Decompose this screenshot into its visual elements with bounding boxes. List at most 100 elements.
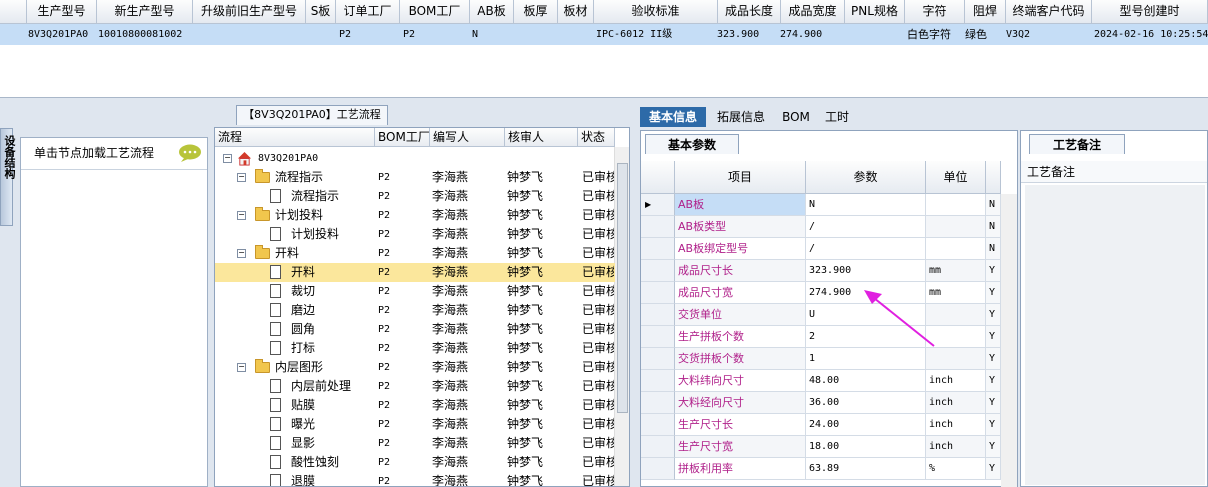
column-header[interactable]: 状态 — [578, 128, 615, 147]
tree-node-label: 磨边 — [291, 303, 316, 317]
tab-basic-params[interactable]: 基本参数 — [645, 134, 739, 154]
tree-row[interactable]: 计划投料 P2 李海燕 钟梦飞 已审核 — [215, 225, 615, 244]
tree-row[interactable]: 打标 P2 李海燕 钟梦飞 已审核 — [215, 339, 615, 358]
status-cell: 已审核 — [582, 474, 614, 487]
column-header[interactable]: 参数 — [806, 161, 926, 194]
tree-row[interactable]: 显影 P2 李海燕 钟梦飞 已审核 — [215, 434, 615, 453]
param-unit: inch — [926, 392, 986, 414]
document-icon — [270, 398, 281, 412]
tree-scroll-thumb[interactable] — [617, 163, 628, 413]
checker-cell: 钟梦飞 — [507, 341, 544, 355]
row-header[interactable] — [641, 326, 675, 348]
tab-extended-info[interactable]: 拓展信息 — [708, 107, 774, 127]
column-header[interactable]: 字符 — [905, 0, 965, 24]
row-header[interactable] — [641, 370, 675, 392]
column-header[interactable]: 核审人 — [505, 128, 578, 147]
tree-row[interactable]: 内层前处理 P2 李海燕 钟梦飞 已审核 — [215, 377, 615, 396]
row-header[interactable] — [641, 392, 675, 414]
param-value[interactable]: 63.89 — [806, 458, 926, 480]
tab-basic-info[interactable]: 基本信息 — [640, 107, 706, 127]
column-header[interactable]: 终端客户代码 — [1006, 0, 1092, 24]
param-value[interactable]: 36.00 — [806, 392, 926, 414]
tree-row[interactable]: 磨边 P2 李海燕 钟梦飞 已审核 — [215, 301, 615, 320]
row-header[interactable] — [641, 216, 675, 238]
column-header[interactable]: 编写人 — [430, 128, 505, 147]
table-cell: 绿色 — [965, 28, 987, 41]
comment-icon[interactable] — [178, 144, 202, 162]
tab-bom[interactable]: BOM — [778, 107, 814, 127]
tree-row[interactable]: 曝光 P2 李海燕 钟梦飞 已审核 — [215, 415, 615, 434]
row-header[interactable] — [641, 260, 675, 282]
tab-process-flow[interactable]: 【8V3Q201PA0】工艺流程 — [236, 105, 388, 125]
param-value[interactable]: / — [806, 216, 926, 238]
param-value[interactable]: 24.00 — [806, 414, 926, 436]
column-header[interactable]: PNL规格 — [845, 0, 905, 24]
column-header[interactable]: BOM工厂 — [400, 0, 470, 24]
column-header[interactable]: 型号创建时 — [1092, 0, 1208, 24]
row-header[interactable] — [641, 238, 675, 260]
column-header[interactable]: 成品宽度 — [781, 0, 845, 24]
tree-row[interactable]: 贴膜 P2 李海燕 钟梦飞 已审核 — [215, 396, 615, 415]
column-header[interactable]: 项目 — [675, 161, 806, 194]
column-header[interactable]: 验收标准 — [594, 0, 718, 24]
row-header[interactable] — [641, 304, 675, 326]
splitter-horizontal[interactable] — [0, 97, 1208, 105]
column-header[interactable]: 升级前旧生产型号 — [193, 0, 306, 24]
row-header[interactable] — [641, 348, 675, 370]
column-header[interactable]: S板 — [306, 0, 336, 24]
column-header[interactable]: 阻焊 — [965, 0, 1006, 24]
collapse-toggle[interactable]: − — [237, 363, 246, 372]
side-tab-equipment[interactable]: 设备结构 — [0, 128, 16, 226]
column-header[interactable]: 板厚 — [514, 0, 558, 24]
writer-cell: 李海燕 — [432, 303, 469, 317]
collapse-toggle[interactable]: − — [237, 249, 246, 258]
column-header[interactable]: 流程 — [215, 128, 375, 147]
tree-row[interactable]: 酸性蚀刻 P2 李海燕 钟梦飞 已审核 — [215, 453, 615, 472]
remarks-textarea[interactable] — [1025, 185, 1205, 485]
tree-row[interactable]: 开料 P2 李海燕 钟梦飞 已审核 — [215, 263, 615, 282]
param-value[interactable]: / — [806, 238, 926, 260]
document-icon — [270, 189, 281, 203]
row-header[interactable]: ▶ — [641, 194, 675, 216]
tree-row[interactable]: − 流程指示 P2 李海燕 钟梦飞 已审核 — [215, 168, 615, 187]
tree-scrollbar[interactable] — [614, 147, 629, 486]
collapse-toggle[interactable]: − — [237, 211, 246, 220]
param-value[interactable]: N — [806, 194, 926, 216]
param-value[interactable]: 48.00 — [806, 370, 926, 392]
checker-cell: 钟梦飞 — [507, 474, 544, 487]
tree-row[interactable]: 流程指示 P2 李海燕 钟梦飞 已审核 — [215, 187, 615, 206]
tree-row[interactable]: − 开料 P2 李海燕 钟梦飞 已审核 — [215, 244, 615, 263]
row-header[interactable] — [641, 436, 675, 458]
bom-factory-cell: P2 — [378, 381, 391, 392]
param-value[interactable]: 18.00 — [806, 436, 926, 458]
tree-row[interactable]: 退膜 P2 李海燕 钟梦飞 已审核 — [215, 472, 615, 487]
param-value[interactable]: 1 — [806, 348, 926, 370]
collapse-toggle[interactable]: − — [237, 173, 246, 182]
tree-root-row[interactable]: − 8V3Q201PA0 — [215, 149, 615, 168]
column-header[interactable]: 成品长度 — [718, 0, 781, 24]
row-header[interactable] — [641, 414, 675, 436]
column-header[interactable]: 订单工厂 — [336, 0, 400, 24]
tree-row[interactable]: 裁切 P2 李海燕 钟梦飞 已审核 — [215, 282, 615, 301]
collapse-toggle[interactable]: − — [223, 154, 232, 163]
column-header[interactable]: 生产型号 — [27, 0, 97, 24]
tree-row[interactable]: − 计划投料 P2 李海燕 钟梦飞 已审核 — [215, 206, 615, 225]
column-header[interactable]: 新生产型号 — [97, 0, 193, 24]
tab-labor-hours[interactable]: 工时 — [818, 107, 856, 127]
tab-process-remarks[interactable]: 工艺备注 — [1029, 134, 1125, 154]
document-icon — [270, 455, 281, 469]
row-header[interactable] — [641, 458, 675, 480]
column-header[interactable]: 板材 — [558, 0, 594, 24]
param-value[interactable]: 274.900 — [806, 282, 926, 304]
row-header[interactable] — [641, 282, 675, 304]
param-value[interactable]: U — [806, 304, 926, 326]
param-scrollbar[interactable] — [1001, 194, 1017, 487]
column-header[interactable]: 单位 — [926, 161, 986, 194]
param-value[interactable]: 323.900 — [806, 260, 926, 282]
tree-row[interactable]: − 内层图形 P2 李海燕 钟梦飞 已审核 — [215, 358, 615, 377]
tree-row[interactable]: 圆角 P2 李海燕 钟梦飞 已审核 — [215, 320, 615, 339]
grid-corner — [0, 0, 27, 24]
column-header[interactable]: BOM工厂 — [375, 128, 430, 147]
param-value[interactable]: 2 — [806, 326, 926, 348]
column-header[interactable]: AB板 — [470, 0, 514, 24]
